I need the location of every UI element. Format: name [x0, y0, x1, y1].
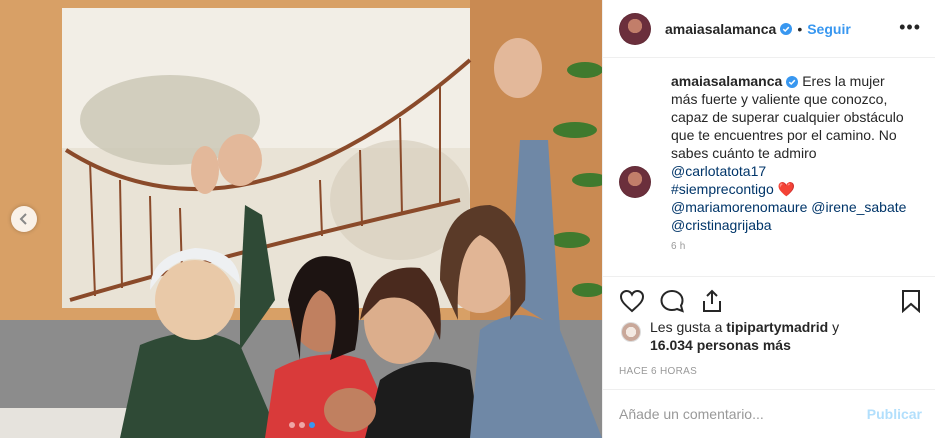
post-photo[interactable] [0, 0, 602, 438]
carousel-prev-button[interactable] [11, 206, 37, 232]
heart-emoji: ❤️ [777, 181, 796, 197]
photo-image [0, 0, 602, 438]
likes-prefix: Les gusta a [650, 319, 727, 335]
follow-button[interactable]: Seguir [807, 21, 851, 37]
likes-summary: Les gusta a tipipartymadrid y 16.034 per… [621, 318, 839, 354]
carousel-dot [299, 422, 305, 428]
carousel-dot [289, 422, 295, 428]
bookmark-icon[interactable] [901, 289, 921, 313]
carousel-indicator [289, 422, 315, 428]
post-timestamp[interactable]: HACE 6 HORAS [619, 366, 697, 377]
hashtag-link: #siemprecontigo ❤️ [671, 180, 911, 198]
heart-icon[interactable] [619, 289, 645, 313]
hashtag-text[interactable]: #siemprecontigo [671, 181, 774, 197]
avatar[interactable] [619, 12, 651, 45]
post-side-panel: amaiasalamanca • Seguir ••• amaiasalaman… [602, 0, 935, 438]
caption-username[interactable]: amaiasalamanca [671, 73, 782, 89]
caption-text: amaiasalamanca Eres la mujer más fuerte … [671, 72, 911, 256]
avatar[interactable] [619, 166, 651, 198]
publish-button[interactable]: Publicar [867, 406, 922, 422]
carousel-dot-active [309, 422, 315, 428]
mention-link[interactable]: @cristinagrijaba [671, 216, 911, 234]
mention-link[interactable]: @carlotatota17 [671, 162, 911, 180]
chevron-left-icon [19, 213, 27, 225]
mention-link[interactable]: @mariamorenomaure @irene_sabate [671, 198, 911, 216]
caption-row: amaiasalamanca Eres la mujer más fuerte … [619, 72, 919, 256]
add-comment-bar: Publicar [603, 389, 935, 438]
liker-username[interactable]: tipipartymadrid [726, 319, 828, 335]
verified-badge-icon [786, 76, 799, 89]
comment-input[interactable] [619, 406, 867, 422]
share-icon[interactable] [699, 289, 725, 313]
post-header: amaiasalamanca • Seguir ••• [603, 0, 935, 58]
comment-icon[interactable] [659, 289, 685, 313]
liker-avatar[interactable] [621, 322, 641, 342]
separator-dot: • [797, 20, 803, 37]
caption-age: 6 h [671, 241, 686, 252]
caption-block: amaiasalamanca Eres la mujer más fuerte … [619, 72, 919, 256]
verified-badge-icon [780, 22, 793, 35]
likes-text: Les gusta a tipipartymadrid y 16.034 per… [650, 318, 839, 354]
author-username[interactable]: amaiasalamanca [665, 21, 776, 37]
likes-others[interactable]: 16.034 personas más [650, 337, 791, 353]
likes-conj: y [828, 319, 840, 335]
more-icon[interactable]: ••• [899, 18, 921, 36]
